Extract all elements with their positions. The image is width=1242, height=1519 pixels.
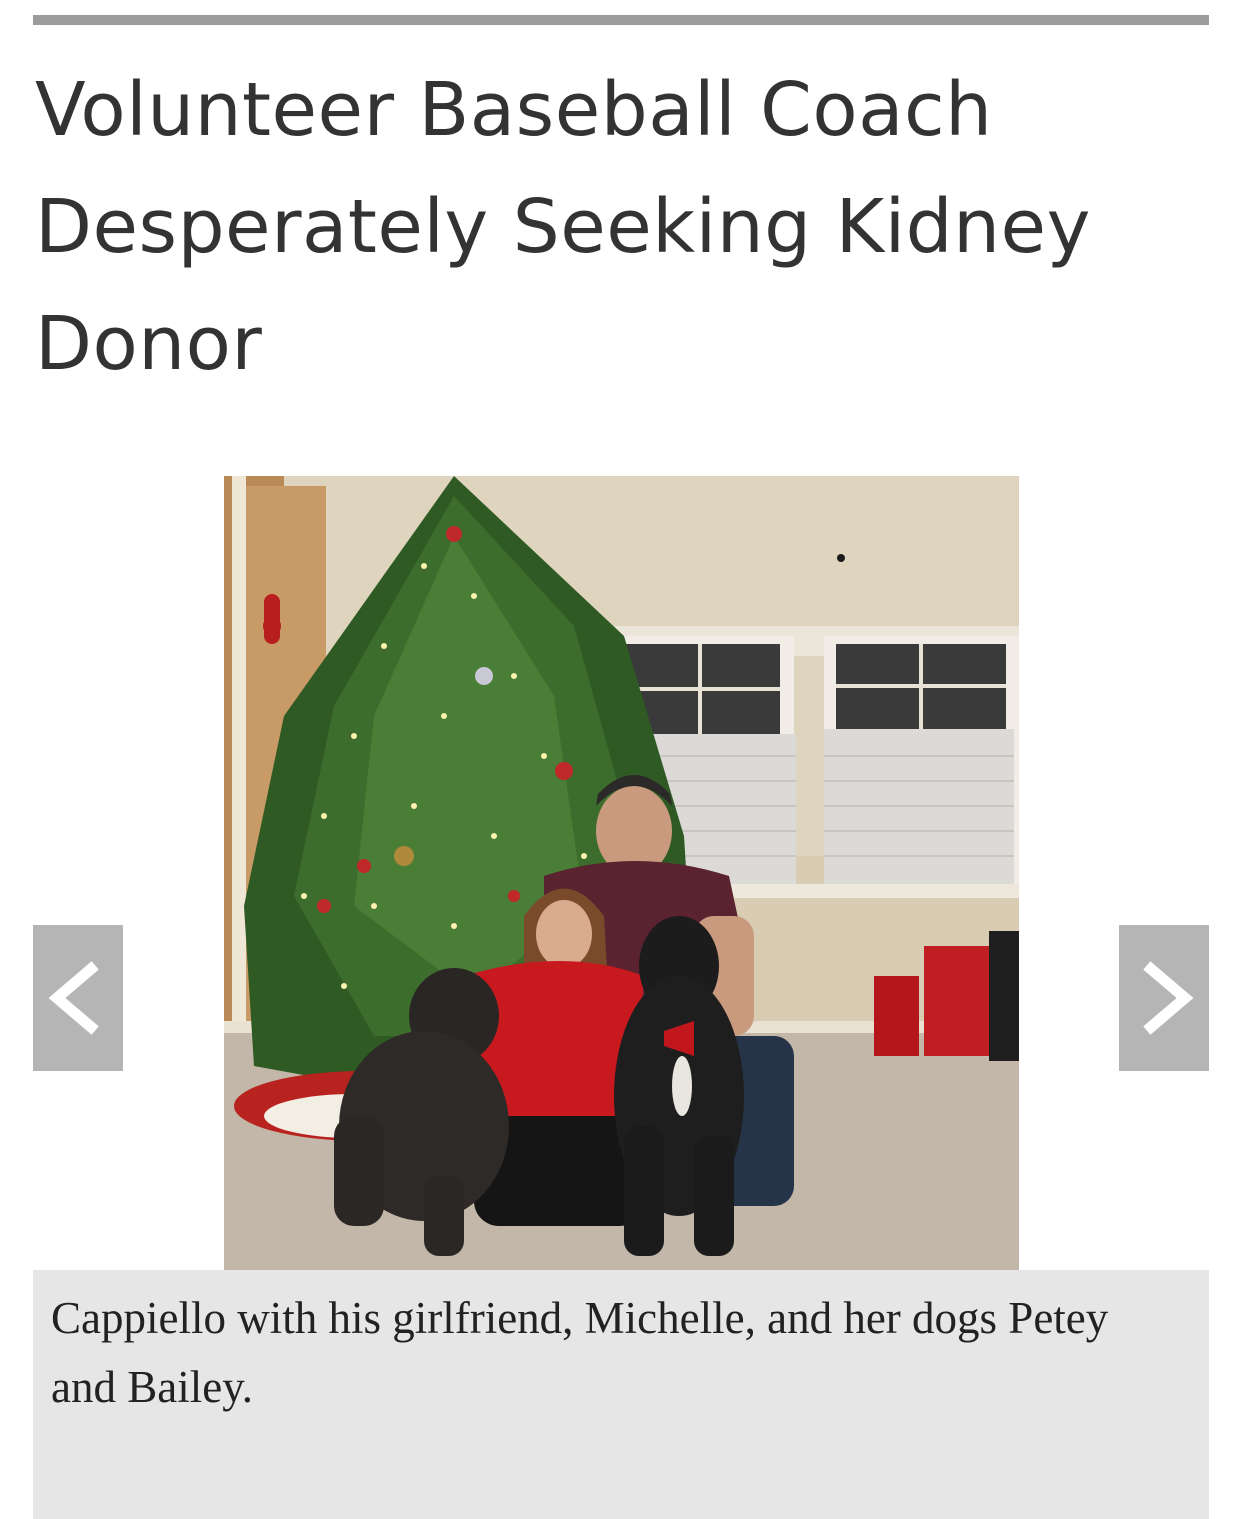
photo-caption: Cappiello with his girlfriend, Michelle,…	[51, 1293, 1109, 1412]
photo-caption-box: Cappiello with his girlfriend, Michelle,…	[33, 1270, 1209, 1519]
chevron-right-icon	[1143, 961, 1194, 1035]
previous-slide-button[interactable]	[33, 925, 123, 1071]
next-slide-button[interactable]	[1119, 925, 1209, 1071]
chevron-left-icon	[48, 961, 99, 1035]
slide-photo	[224, 476, 1019, 1270]
photo-slideshow: Cappiello with his girlfriend, Michelle,…	[33, 476, 1209, 1519]
top-divider	[33, 15, 1209, 25]
article-headline: Volunteer Baseball Coach Desperately See…	[35, 67, 1091, 387]
